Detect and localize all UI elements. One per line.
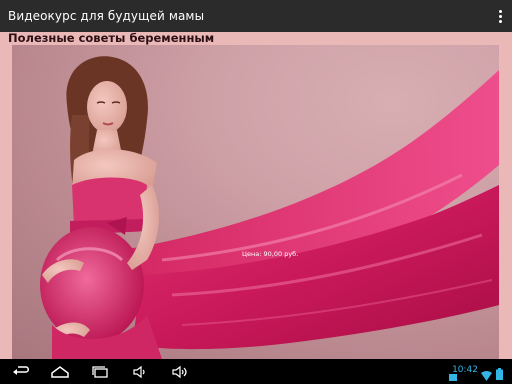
battery-icon <box>496 365 503 384</box>
content-area: Полезные советы беременным Цена: 90,00 р… <box>0 32 512 359</box>
navigation-bar: 10:42 <box>0 359 512 384</box>
volume-down-icon[interactable] <box>130 363 152 380</box>
back-icon[interactable] <box>10 363 32 380</box>
home-icon[interactable] <box>49 363 71 380</box>
course-photo[interactable]: Цена: 90,00 руб. <box>12 45 499 359</box>
app-title: Видеокурс для будущей мамы <box>8 9 205 23</box>
recent-apps-icon[interactable] <box>89 363 111 380</box>
clock: 10:42 <box>452 365 478 375</box>
screen: Видеокурс для будущей мамы Полезные сове… <box>0 0 512 384</box>
page-title: Полезные советы беременным <box>8 32 215 45</box>
price-label: Цена: 90,00 руб. <box>242 250 299 258</box>
volume-up-icon[interactable] <box>169 363 191 380</box>
photo-illustration <box>40 56 499 359</box>
action-bar: Видеокурс для будущей мамы <box>0 0 512 32</box>
wifi-icon <box>481 366 492 384</box>
overflow-menu-icon[interactable] <box>494 8 506 24</box>
